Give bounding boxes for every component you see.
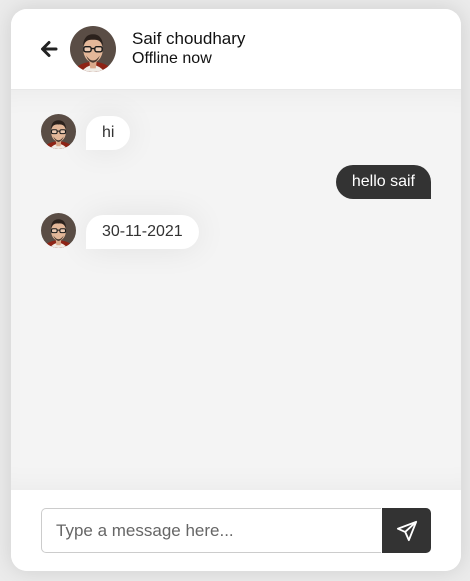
message-input[interactable] — [41, 508, 381, 553]
chat-header: Saif choudhary Offline now — [11, 9, 461, 90]
paper-plane-icon — [396, 520, 418, 542]
contact-avatar — [70, 26, 116, 72]
contact-status: Offline now — [132, 50, 212, 67]
incoming-message: 30-11-2021 — [86, 215, 199, 249]
outgoing-message: hello saif — [335, 165, 431, 199]
message-avatar — [41, 213, 76, 248]
incoming-message: hi — [86, 116, 131, 150]
contact-name: Saif choudhary — [132, 29, 246, 48]
contact-details: Saif choudhary Offline now — [132, 29, 245, 68]
send-button[interactable] — [382, 508, 431, 553]
chat-window: Saif choudhary Offline now hi hello saif… — [11, 9, 461, 571]
chat-messages[interactable]: hi hello saif 30-11-2021 — [11, 90, 461, 490]
arrow-left-icon[interactable] — [39, 39, 59, 59]
message-avatar — [41, 114, 76, 149]
message-composer — [11, 490, 461, 571]
